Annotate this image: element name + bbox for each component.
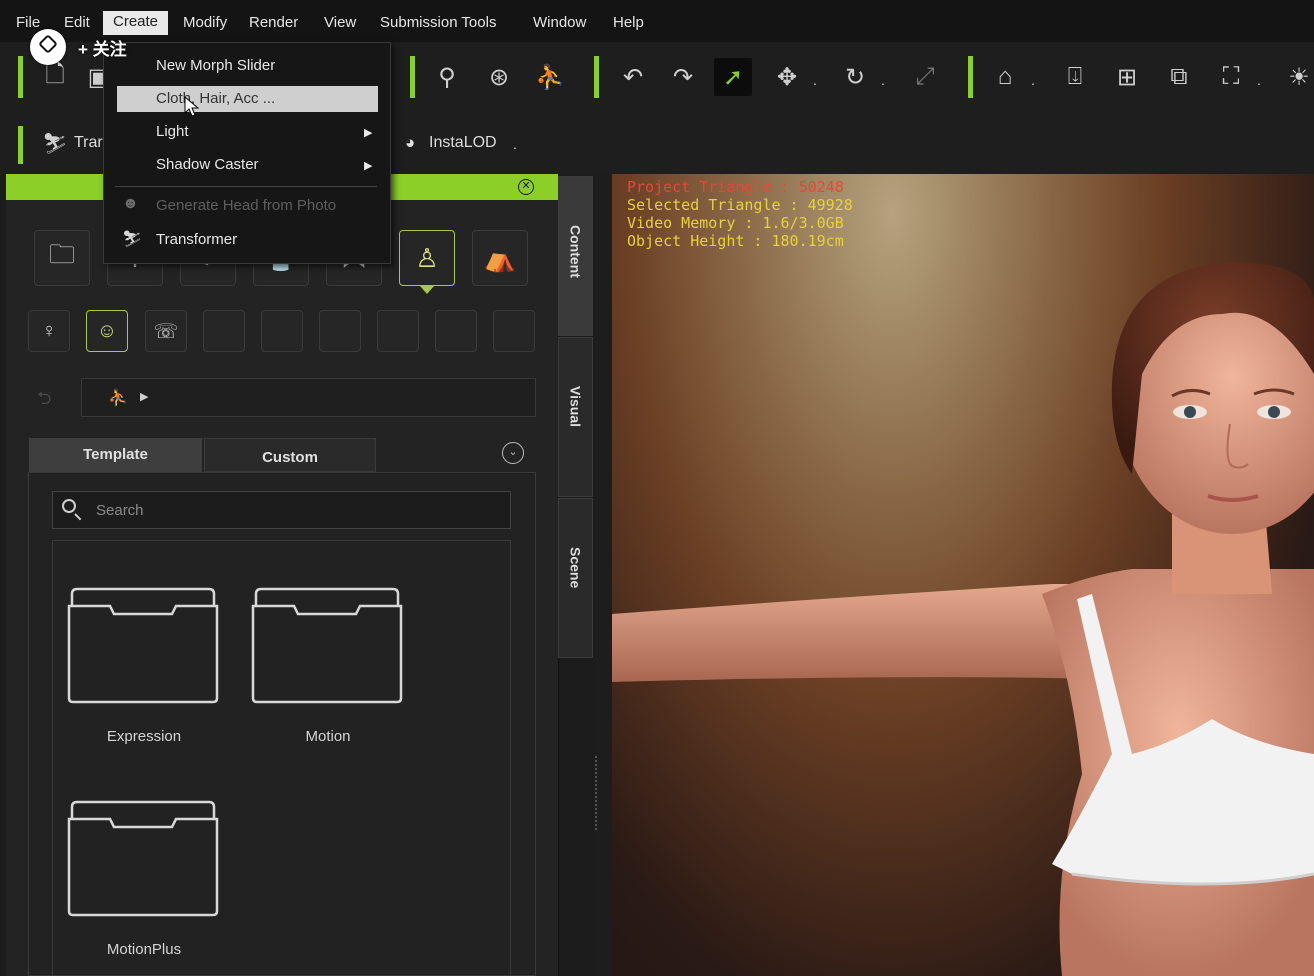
voice-icon[interactable]: ☏	[145, 310, 187, 352]
stat-object-height: Object Height : 180.19cm	[627, 232, 844, 250]
folder-motion-icon[interactable]	[250, 586, 404, 704]
menu-divider	[115, 186, 377, 187]
panel-splitter[interactable]	[594, 174, 612, 976]
tab-content[interactable]: Content	[558, 176, 593, 336]
submenu-arrow-icon: ▶	[364, 160, 373, 172]
transformer-icon[interactable]: ⛷	[36, 124, 74, 162]
generate-head-icon: ☻	[122, 195, 139, 212]
character-render	[612, 262, 1314, 976]
path-arrow-icon[interactable]: ▶	[140, 390, 148, 403]
transformer-label[interactable]: Trar	[74, 134, 103, 152]
menu-bar: File Edit Create Modify Render View Subm…	[0, 0, 1314, 42]
menu-modify[interactable]: Modify	[183, 14, 227, 31]
undo-icon[interactable]: ↶	[614, 58, 652, 96]
menu-create[interactable]: Create	[103, 11, 169, 35]
folder-expression-icon[interactable]	[66, 586, 220, 704]
zoom-dropdown-icon[interactable]: .	[1257, 72, 1261, 88]
toolbar-separator	[594, 56, 599, 98]
folder-icon[interactable]: 🗀	[34, 230, 90, 286]
scale-icon[interactable]: ⤢	[906, 58, 944, 96]
follow-button[interactable]: + 关注	[78, 35, 127, 60]
rotate-icon[interactable]: ↻	[836, 58, 874, 96]
object-icon[interactable]: ⊛	[480, 58, 518, 96]
folder-label[interactable]: Expression	[64, 728, 224, 745]
menu-item-generate-head-from-photo: Generate Head from Photo	[156, 197, 337, 214]
home-icon[interactable]: ⌂	[986, 58, 1024, 96]
pose-icon[interactable]: ⛹	[531, 58, 569, 96]
fit-selected-icon[interactable]: ⊞	[1108, 58, 1146, 96]
menu-item-new-morph-slider[interactable]: New Morph Slider	[156, 57, 275, 74]
select-arrow-icon[interactable]: ➚	[714, 58, 752, 96]
menu-item-light[interactable]: Light	[156, 123, 189, 140]
zoom-extents-icon[interactable]: ⛶	[1212, 58, 1250, 96]
menu-window[interactable]: Window	[533, 14, 586, 31]
facial-icon[interactable]: ☺	[86, 310, 128, 352]
stage-icon[interactable]: ⛺	[472, 230, 528, 286]
instalod-icon[interactable]: ◕	[405, 133, 415, 153]
menu-item-cloth-hair-acc[interactable]: Cloth, Hair, Acc ...	[156, 90, 275, 107]
menu-file[interactable]: File	[16, 14, 40, 31]
3d-viewport[interactable]: Project Triangle : 50248 Selected Triang…	[612, 174, 1314, 976]
toolbar-separator	[968, 56, 973, 98]
empty-slot[interactable]	[203, 310, 245, 352]
tab-scene-label: Scene	[567, 547, 584, 589]
fit-vertical-icon[interactable]: ⍗	[1056, 58, 1094, 96]
transformer-icon: ⛷	[122, 231, 143, 248]
tab-scene[interactable]: Scene	[558, 498, 593, 658]
fit-all-icon[interactable]: ⧉	[1160, 58, 1198, 96]
character-icon[interactable]: ⚲	[428, 58, 466, 96]
move-dropdown-icon[interactable]: .	[813, 72, 817, 88]
animation-icon[interactable]: ♙	[399, 230, 455, 286]
search-placeholder: Search	[96, 502, 144, 519]
menu-view[interactable]: View	[324, 14, 356, 31]
menu-help[interactable]: Help	[613, 14, 644, 31]
search-icon	[62, 499, 76, 513]
submenu-arrow-icon: ▶	[364, 127, 373, 139]
splitter-grip-icon[interactable]	[595, 756, 600, 830]
empty-slot[interactable]	[377, 310, 419, 352]
toolbar-separator	[18, 56, 23, 98]
menu-render[interactable]: Render	[249, 14, 298, 31]
home-dropdown-icon[interactable]: .	[1031, 72, 1035, 88]
folder-label[interactable]: MotionPlus	[64, 941, 224, 958]
menu-submission-tools[interactable]: Submission Tools	[380, 14, 496, 31]
tab-visual[interactable]: Visual	[558, 337, 593, 497]
folder-motionplus-icon[interactable]	[66, 799, 220, 917]
rotate-dropdown-icon[interactable]: .	[881, 72, 885, 88]
empty-slot[interactable]	[261, 310, 303, 352]
menu-item-shadow-caster[interactable]: Shadow Caster	[156, 156, 259, 173]
tab-content-label: Content	[567, 225, 584, 278]
back-icon[interactable]: ⮌	[37, 386, 51, 416]
tab-custom[interactable]: Custom	[204, 438, 376, 472]
tab-visual-label: Visual	[567, 386, 584, 427]
motion-path-icon: ⛹	[108, 390, 128, 407]
empty-slot[interactable]	[493, 310, 535, 352]
stat-video-memory: Video Memory : 1.6/3.0GB	[627, 214, 844, 232]
menu-item-transformer[interactable]: Transformer	[156, 231, 237, 248]
instalod-dropdown-icon[interactable]: .	[513, 136, 517, 152]
stat-project-triangle: Project Triangle : 50248	[627, 178, 844, 196]
create-dropdown-menu	[103, 42, 391, 264]
instalod-label[interactable]: InstaLOD	[429, 134, 497, 152]
redo-icon[interactable]: ↷	[664, 58, 702, 96]
empty-slot[interactable]	[319, 310, 361, 352]
mouse-cursor-icon	[184, 96, 200, 117]
body-motion-icon[interactable]: ♀	[28, 310, 70, 352]
menu-edit[interactable]: Edit	[64, 14, 90, 31]
chevron-down-icon[interactable]: ⌄	[502, 442, 524, 464]
toolbar-separator	[18, 126, 23, 164]
toolbar-separator	[410, 56, 415, 98]
move-icon[interactable]: ✥	[768, 58, 806, 96]
stat-selected-triangle: Selected Triangle : 49928	[627, 196, 853, 214]
light-icon[interactable]: ☀	[1280, 58, 1314, 96]
empty-slot[interactable]	[435, 310, 477, 352]
selected-pointer-icon	[420, 286, 434, 294]
close-panel-icon[interactable]: ✕	[518, 179, 534, 195]
breadcrumb	[81, 378, 536, 417]
tab-template[interactable]: Template	[29, 438, 202, 472]
folder-label[interactable]: Motion	[248, 728, 408, 745]
